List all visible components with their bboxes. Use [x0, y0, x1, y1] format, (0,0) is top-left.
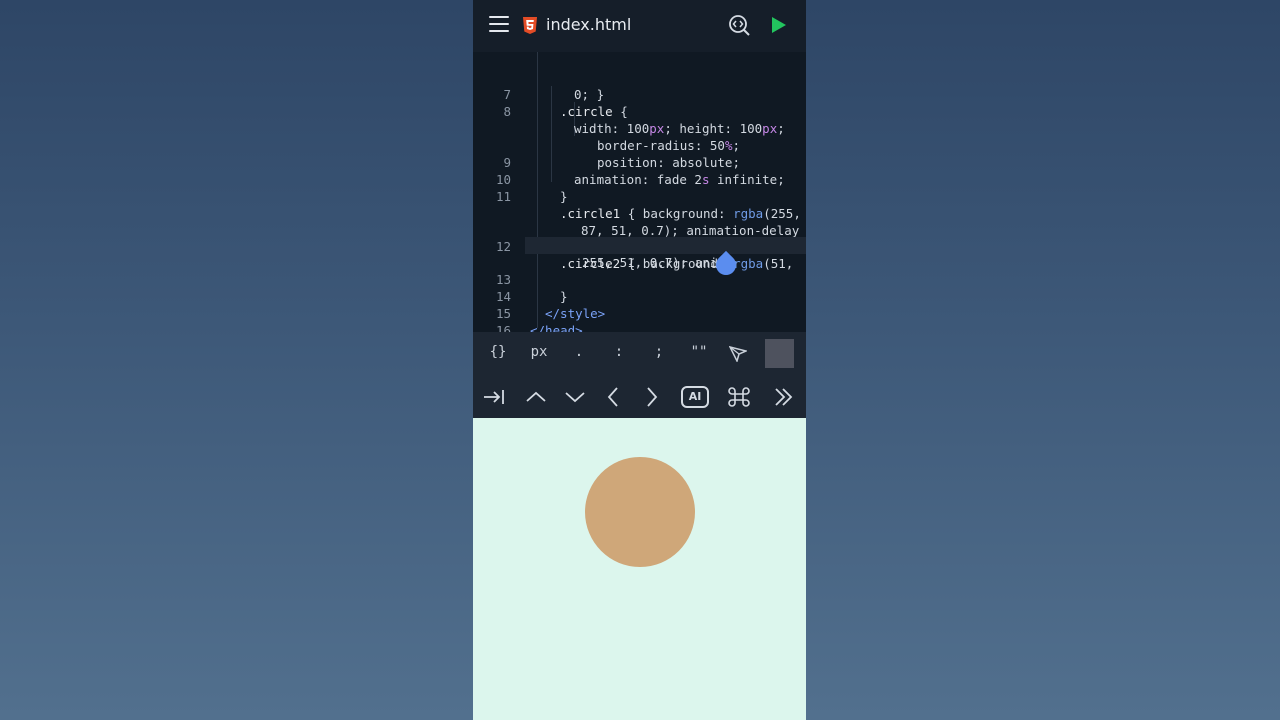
chevron-right-icon[interactable]: [639, 385, 665, 409]
code-line: 11 .circle1 { background: rgba(255,: [495, 189, 801, 221]
app-header: index.html: [473, 0, 806, 52]
code-line: 14 </style>: [495, 289, 606, 321]
code-line: 12 .circle2 { background: rgba(51,: [495, 239, 794, 271]
ai-button[interactable]: AI: [681, 386, 709, 408]
active-code-line: 255, 51, 0.7); anim: [525, 237, 806, 270]
code-line: : 0s; }: [473, 205, 806, 255]
code-editor[interactable]: 0; } 7 .circle { 8 width: 100px; height:…: [473, 52, 806, 332]
double-chevron-right-icon[interactable]: [770, 385, 796, 409]
symbol-braces-button[interactable]: {}: [483, 344, 513, 360]
code-line: position: absolute;: [597, 155, 740, 170]
play-icon[interactable]: [771, 16, 787, 34]
code-line: border-radius: 50%;: [597, 138, 740, 153]
navigation-toolbar: AI: [473, 376, 806, 418]
pen-icon[interactable]: [729, 346, 747, 362]
symbol-quotes-button[interactable]: "": [684, 344, 714, 360]
preview-circle: [585, 457, 695, 567]
phone-screen: index.html 0; } 7 .circle { 8 width: 100…: [473, 0, 806, 720]
preview-pane: [473, 418, 806, 720]
code-line: 0; }: [574, 87, 605, 102]
color-swatch[interactable]: [765, 339, 794, 368]
code-line: 13 }: [495, 272, 568, 304]
symbol-colon-button[interactable]: :: [604, 344, 634, 360]
tab-icon[interactable]: [481, 385, 507, 409]
chevron-down-icon[interactable]: [562, 385, 588, 409]
symbol-toolbar: {} px . : ; "": [473, 332, 806, 376]
chevron-up-icon[interactable]: [523, 385, 549, 409]
code-line: 9 animation: fade 2s infinite;: [503, 155, 785, 187]
hamburger-icon[interactable]: [489, 16, 509, 34]
code-line: 16 <body>: [495, 323, 511, 332]
code-line: 7 .circle {: [503, 87, 628, 119]
code-line: 10 }: [495, 172, 568, 204]
code-line: 15 </head>: [495, 306, 583, 332]
chevron-left-icon[interactable]: [600, 385, 626, 409]
symbol-px-button[interactable]: px: [524, 344, 554, 360]
command-icon[interactable]: [726, 385, 752, 409]
html5-icon: [523, 17, 537, 34]
code-search-icon[interactable]: [728, 14, 750, 36]
symbol-dot-button[interactable]: .: [564, 344, 594, 360]
code-line: 17 <div></div>: [473, 322, 806, 332]
code-line: 87, 51, 0.7); animation-delay: [581, 223, 800, 238]
file-title: index.html: [546, 15, 632, 34]
symbol-semicolon-button[interactable]: ;: [644, 344, 674, 360]
code-line: 8 width: 100px; height: 100px;: [503, 104, 785, 136]
